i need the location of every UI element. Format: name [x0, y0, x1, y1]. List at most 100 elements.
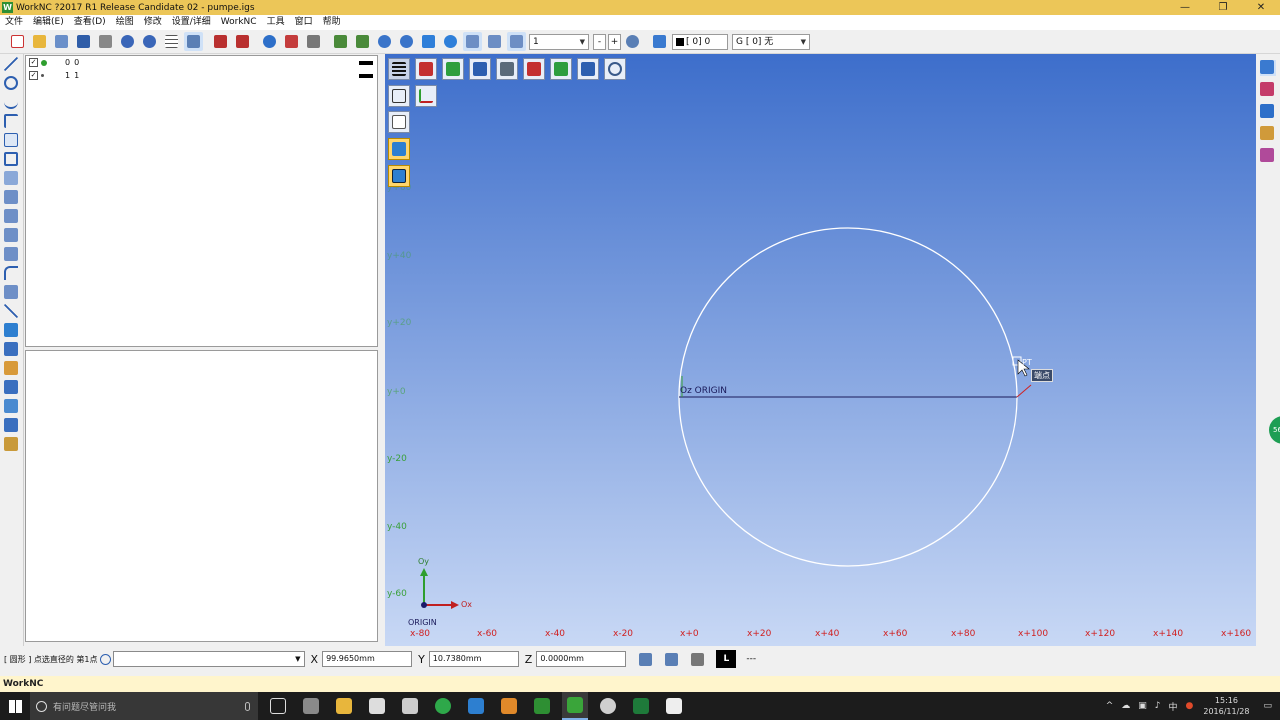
taskbar-app-mail[interactable]	[463, 692, 489, 720]
view-right-button[interactable]	[442, 58, 464, 80]
new-file-button[interactable]	[8, 32, 27, 51]
layer-row[interactable]: ✓ 1 1	[26, 69, 377, 82]
save-button[interactable]	[74, 32, 93, 51]
taskbar-app-c[interactable]	[661, 692, 687, 720]
loft-tool[interactable]	[4, 247, 20, 263]
layer-checkbox[interactable]: ✓	[29, 71, 38, 80]
fillet-tool[interactable]	[4, 266, 20, 282]
view-bottom-button[interactable]	[577, 58, 599, 80]
axis-view-button[interactable]	[415, 85, 437, 107]
mesh-tool[interactable]	[4, 323, 20, 339]
z-coord-field[interactable]: 0.0000mm	[536, 651, 627, 667]
zoom-button[interactable]	[397, 32, 416, 51]
menu-modify[interactable]: 修改	[139, 15, 167, 30]
material-button[interactable]	[1260, 82, 1276, 98]
offset-tool[interactable]	[4, 285, 20, 301]
minimize-button[interactable]: —	[1166, 0, 1204, 15]
axis-alt-button[interactable]	[233, 32, 252, 51]
menu-draw[interactable]: 绘图	[111, 15, 139, 30]
polyline-tool[interactable]	[4, 114, 20, 130]
surface-tool[interactable]	[4, 171, 20, 187]
solid-button[interactable]	[1260, 104, 1276, 120]
snap-button[interactable]	[463, 32, 482, 51]
view-front-button[interactable]	[415, 58, 437, 80]
menu-view[interactable]: 查看(D)	[69, 15, 111, 30]
rotate-button[interactable]	[441, 32, 460, 51]
line-tool[interactable]	[4, 57, 20, 73]
pick-snap-button[interactable]	[662, 650, 681, 669]
taskbar-app-browser[interactable]	[430, 692, 456, 720]
eraser-tool[interactable]	[4, 380, 20, 396]
wireframe-button[interactable]	[388, 85, 410, 107]
shaded-view-button[interactable]	[388, 138, 410, 160]
taskbar-app-excel[interactable]	[628, 692, 654, 720]
taskbar-app-worknc-active[interactable]	[562, 692, 588, 720]
cloud-icon[interactable]: ☁	[1121, 701, 1130, 711]
camera-button[interactable]	[304, 32, 323, 51]
taskbar-app-calculator[interactable]	[397, 692, 423, 720]
menu-file[interactable]: 文件	[0, 15, 28, 30]
text-tool[interactable]	[4, 133, 20, 149]
taskbar-app-explorer[interactable]	[331, 692, 357, 720]
zoom-window-button[interactable]	[375, 32, 394, 51]
shaded-edges-view-button[interactable]	[388, 165, 410, 187]
menu-settings[interactable]: 设置/详细	[167, 15, 216, 30]
menu-tools[interactable]: 工具	[262, 15, 290, 30]
taskbar-app-store[interactable]	[364, 692, 390, 720]
shade-button[interactable]	[282, 32, 301, 51]
menu-window[interactable]: 窗口	[290, 15, 318, 30]
properties-button[interactable]	[353, 32, 372, 51]
menu-worknc[interactable]: WorkNC	[216, 15, 262, 30]
extrude-tool[interactable]	[4, 190, 20, 206]
texture-button[interactable]	[1260, 126, 1276, 142]
rectangle-tool[interactable]	[4, 152, 20, 168]
redo-button[interactable]	[140, 32, 159, 51]
close-button[interactable]: ✕	[1242, 0, 1280, 15]
cortana-search[interactable]: 有问题尽管问我	[30, 692, 258, 720]
chevron-up-icon[interactable]: ^	[1106, 701, 1114, 711]
layers-button[interactable]	[331, 32, 350, 51]
group-select[interactable]: G [ 0] 无 ▼	[732, 33, 810, 50]
layer-plus-button[interactable]: +	[608, 33, 621, 50]
network-icon[interactable]: ▣	[1138, 701, 1147, 711]
color-select[interactable]: [ 0] 0	[672, 33, 728, 50]
l-mode-button[interactable]: L	[716, 650, 737, 668]
pick-wand-button[interactable]	[688, 650, 707, 669]
taskbar-app-outlook[interactable]	[496, 692, 522, 720]
crosshair-button[interactable]	[623, 32, 642, 51]
snap-mid-button[interactable]	[485, 32, 504, 51]
paint-tool[interactable]	[4, 342, 20, 358]
y-coord-field[interactable]: 10.7380mm	[428, 651, 519, 667]
panel-button[interactable]	[184, 32, 203, 51]
pencil-tool[interactable]	[4, 361, 20, 377]
view-back-button[interactable]	[523, 58, 545, 80]
view-top-button[interactable]	[469, 58, 491, 80]
layer-select[interactable]: 1 ▼	[529, 33, 589, 50]
maximize-button[interactable]: ❐	[1204, 0, 1242, 15]
layer-stack-button[interactable]	[650, 32, 669, 51]
command-input[interactable]: ▼	[112, 651, 305, 667]
layer-row[interactable]: ✓ 0 0	[26, 56, 377, 69]
color-cube-button[interactable]	[1260, 148, 1276, 164]
view-iso-button[interactable]	[496, 58, 518, 80]
x-coord-field[interactable]: 99.9650mm	[322, 651, 413, 667]
menu-edit[interactable]: 编辑(E)	[28, 15, 69, 30]
taskbar-app-worknc[interactable]	[529, 692, 555, 720]
circle-tool[interactable]	[4, 76, 20, 92]
undo-button[interactable]	[118, 32, 137, 51]
sweep-tool[interactable]	[4, 228, 20, 244]
spline-tool[interactable]	[4, 95, 20, 111]
axis-button[interactable]	[211, 32, 230, 51]
task-view-button[interactable]	[265, 692, 291, 720]
antivirus-icon[interactable]: ●	[1186, 701, 1194, 711]
volume-icon[interactable]: ♪	[1155, 701, 1161, 711]
trim-tool[interactable]	[4, 304, 20, 320]
database-tool[interactable]	[4, 418, 20, 434]
taskbar-app-vmware[interactable]	[298, 692, 324, 720]
clock[interactable]: 15:16 2016/11/28	[1203, 695, 1249, 717]
revolve-tool[interactable]	[4, 209, 20, 225]
print-button[interactable]	[96, 32, 115, 51]
snap-end-button[interactable]	[507, 32, 526, 51]
open-file-button[interactable]	[30, 32, 49, 51]
view-menu-button[interactable]	[388, 58, 410, 80]
